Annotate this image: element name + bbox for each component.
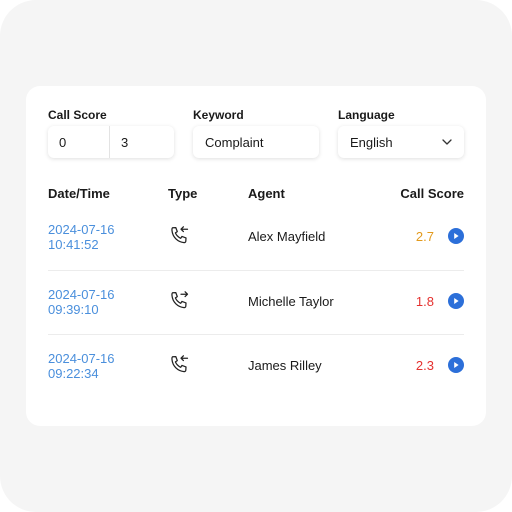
time-text: 10:41:52 xyxy=(48,237,99,252)
time-text: 09:39:10 xyxy=(48,302,99,317)
incoming-call-icon xyxy=(171,226,189,244)
keyword-input-value: Complaint xyxy=(205,134,264,150)
datetime-cell[interactable]: 2024-07-16 09:22:34 xyxy=(48,351,115,381)
table-row[interactable]: 2024-07-16 09:39:10 Michelle Taylor 1.8 xyxy=(48,283,464,345)
agent-name: Michelle Taylor xyxy=(248,294,334,309)
call-score-value: 2.3 xyxy=(415,358,434,373)
play-recording-button[interactable] xyxy=(448,228,464,244)
call-score-filter-label: Call Score xyxy=(48,108,107,122)
call-score-min-input[interactable]: 0 xyxy=(48,126,110,158)
datetime-cell[interactable]: 2024-07-16 10:41:52 xyxy=(48,222,115,252)
date-text: 2024-07-16 xyxy=(48,222,115,237)
column-header-agent[interactable]: Agent xyxy=(248,186,285,201)
row-divider xyxy=(48,334,464,335)
column-header-call-score[interactable]: Call Score xyxy=(400,186,464,201)
column-header-type[interactable]: Type xyxy=(168,186,197,201)
call-score-range: 0 3 xyxy=(48,126,174,158)
datetime-cell[interactable]: 2024-07-16 09:39:10 xyxy=(48,287,115,317)
outgoing-call-icon xyxy=(171,291,189,309)
language-select[interactable]: English xyxy=(338,126,464,158)
keyword-input[interactable]: Complaint xyxy=(193,126,319,158)
language-filter-label: Language xyxy=(338,108,395,122)
agent-name: James Rilley xyxy=(248,358,322,373)
chevron-down-icon xyxy=(442,139,452,145)
row-divider xyxy=(48,270,464,271)
app-background: Call Score 0 3 Keyword Complaint Languag… xyxy=(0,0,512,512)
play-icon xyxy=(454,233,459,239)
play-icon xyxy=(454,298,459,304)
date-text: 2024-07-16 xyxy=(48,351,115,366)
call-score-value: 2.7 xyxy=(415,229,434,244)
call-log-panel: Call Score 0 3 Keyword Complaint Languag… xyxy=(26,86,486,426)
play-icon xyxy=(454,362,459,368)
incoming-call-icon xyxy=(171,355,189,373)
column-header-datetime[interactable]: Date/Time xyxy=(48,186,110,201)
play-recording-button[interactable] xyxy=(448,357,464,373)
keyword-filter-label: Keyword xyxy=(193,108,244,122)
date-text: 2024-07-16 xyxy=(48,287,115,302)
table-row[interactable]: 2024-07-16 09:22:34 James Rilley 2.3 xyxy=(48,347,464,409)
agent-name: Alex Mayfield xyxy=(248,229,326,244)
call-score-max-input[interactable]: 3 xyxy=(110,126,174,158)
call-score-value: 1.8 xyxy=(415,294,434,309)
language-select-value: English xyxy=(350,134,393,150)
time-text: 09:22:34 xyxy=(48,366,99,381)
play-recording-button[interactable] xyxy=(448,293,464,309)
